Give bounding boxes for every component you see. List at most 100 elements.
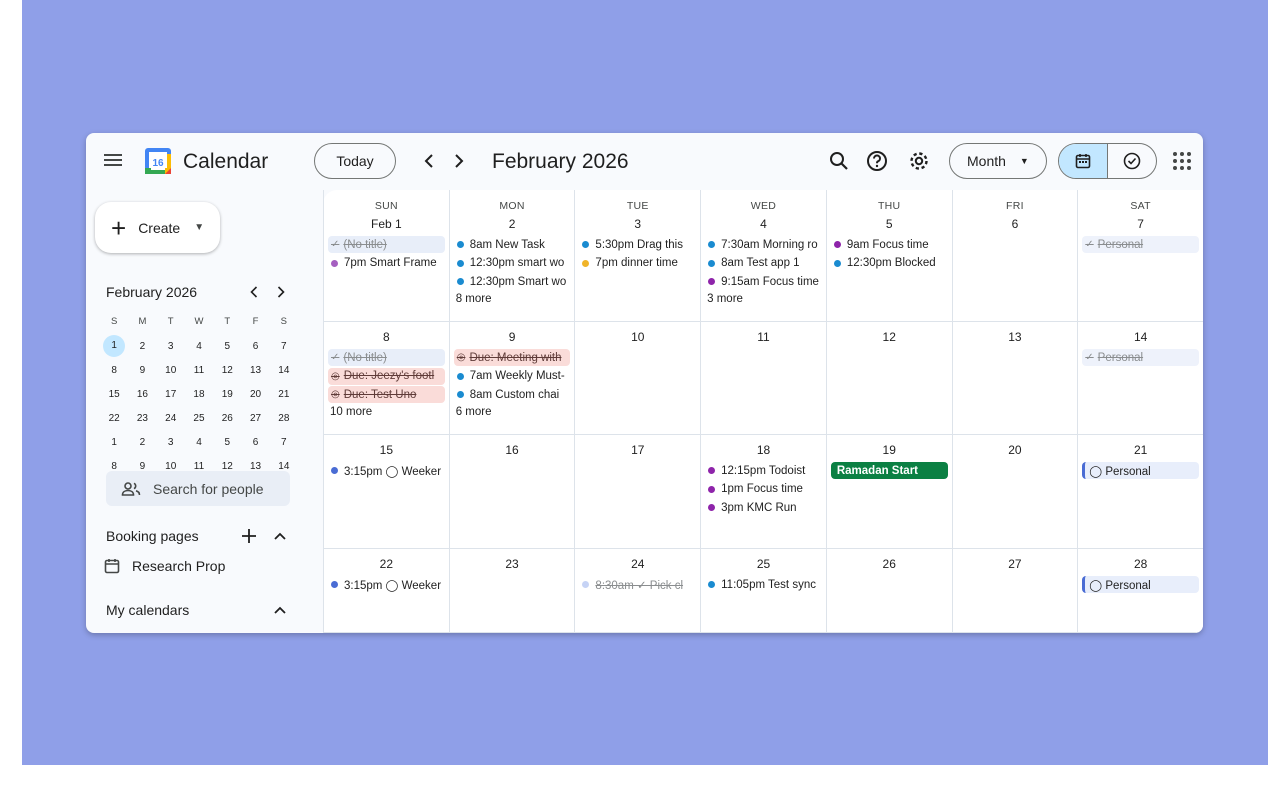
more-events-link[interactable]: 10 more <box>330 406 372 418</box>
prev-period-chevron-icon[interactable] <box>418 150 440 172</box>
mini-day[interactable]: 15 <box>100 389 128 400</box>
day-cell[interactable]: 27 <box>951 549 1078 633</box>
calendar-event[interactable]: ✓ Personal <box>1082 236 1199 253</box>
day-cell[interactable]: MON 2 8am New Task 12:30pm smart wo 12:30pm … <box>448 190 575 322</box>
day-number[interactable]: 11 <box>701 330 826 344</box>
day-number[interactable]: 20 <box>953 443 1078 457</box>
day-number[interactable]: 4 <box>701 217 826 231</box>
mini-day[interactable]: 2 <box>128 341 156 352</box>
day-number[interactable]: 9 <box>450 330 575 344</box>
mini-day[interactable]: 25 <box>185 413 213 424</box>
mini-day[interactable]: 24 <box>157 413 185 424</box>
calendar-event[interactable]: 8am Custom chai <box>454 386 571 403</box>
calendar-event[interactable]: 8am Test app 1 <box>705 255 822 272</box>
calendar-event[interactable]: 3:15pm ◯ Weeker <box>328 462 445 479</box>
mini-day[interactable]: 12 <box>213 461 241 472</box>
mini-day[interactable]: 5 <box>213 437 241 448</box>
day-cell[interactable]: 13 <box>951 322 1078 435</box>
day-number[interactable]: 10 <box>575 330 700 344</box>
calendar-event[interactable]: 12:15pm Todoist <box>705 462 822 479</box>
day-number[interactable]: 8 <box>324 330 449 344</box>
mini-day[interactable]: 11 <box>185 461 213 472</box>
help-icon[interactable] <box>865 149 889 173</box>
mini-day[interactable]: 18 <box>185 389 213 400</box>
day-cell[interactable]: 8 ✓ (No title) ◎ Due: Jeezy's footl ◎ Due: Tes… <box>323 322 449 435</box>
day-number[interactable]: 7 <box>1078 217 1203 231</box>
day-cell[interactable]: WED 4 7:30am Morning ro 8am Test app 1 9:15a… <box>700 190 826 322</box>
mini-day[interactable]: 4 <box>185 341 213 352</box>
day-number[interactable]: 21 <box>1078 443 1203 457</box>
calendar-event[interactable]: ◯ Personal <box>1082 462 1199 479</box>
tasks-view-button[interactable] <box>1108 144 1156 178</box>
calendar-event[interactable]: 9:15am Focus time <box>705 273 822 290</box>
search-people-field[interactable]: Search for people <box>106 471 290 506</box>
day-cell[interactable]: 28 ◯ Personal <box>1077 549 1203 633</box>
mini-day[interactable]: 16 <box>128 389 156 400</box>
day-cell[interactable]: 11 <box>700 322 826 435</box>
day-number[interactable]: 22 <box>324 557 449 571</box>
day-number[interactable]: 24 <box>575 557 700 571</box>
day-cell[interactable]: 21 ◯ Personal <box>1077 435 1203 549</box>
calendar-event[interactable]: 8:30am ✓ Pick cl <box>579 576 696 593</box>
mini-day[interactable]: 2 <box>128 437 156 448</box>
day-cell[interactable]: 18 12:15pm Todoist 1pm Focus time 3pm KMC R… <box>700 435 826 549</box>
mini-day[interactable]: 17 <box>157 389 185 400</box>
calendar-event[interactable]: 7:30am Morning ro <box>705 236 822 253</box>
mini-day[interactable]: 22 <box>100 413 128 424</box>
calendar-event[interactable]: 8am New Task <box>454 236 571 253</box>
mini-day[interactable]: 9 <box>128 365 156 376</box>
mini-day[interactable]: 28 <box>270 413 298 424</box>
day-cell[interactable]: THU 5 9am Focus time 12:30pm Blocked <box>825 190 952 322</box>
calendar-view-button[interactable] <box>1059 144 1108 178</box>
mini-day[interactable]: 7 <box>270 437 298 448</box>
mini-day[interactable]: 13 <box>241 365 269 376</box>
day-cell[interactable]: SUN Feb 1 ✓ (No title) 7pm Smart Frame <box>323 190 449 322</box>
calendar-event[interactable]: 7am Weekly Must- <box>454 368 571 385</box>
day-cell[interactable]: 20 <box>951 435 1078 549</box>
mini-day[interactable]: 6 <box>241 437 269 448</box>
mini-day[interactable]: 13 <box>241 461 269 472</box>
day-number[interactable]: 26 <box>827 557 952 571</box>
calendar-event[interactable]: 7pm dinner time <box>579 255 696 272</box>
mini-day[interactable]: 12 <box>213 365 241 376</box>
day-cell[interactable]: 26 <box>825 549 952 633</box>
day-cell[interactable]: 25 11:05pm Test sync <box>700 549 826 633</box>
day-number[interactable]: 18 <box>701 443 826 457</box>
collapse-booking-chevron-icon[interactable] <box>269 525 291 547</box>
mini-day[interactable]: 27 <box>241 413 269 424</box>
calendar-event[interactable]: Ramadan Start <box>830 462 948 479</box>
mini-day[interactable]: 9 <box>128 461 156 472</box>
day-number[interactable]: 16 <box>450 443 575 457</box>
mini-day[interactable]: 5 <box>213 341 241 352</box>
mini-day[interactable]: 6 <box>241 341 269 352</box>
calendar-event[interactable]: 3pm KMC Run <box>705 499 822 516</box>
apps-grid-icon[interactable] <box>1173 152 1191 170</box>
calendar-event[interactable]: 5:30pm Drag this <box>579 236 696 253</box>
mini-day[interactable]: 14 <box>270 461 298 472</box>
booking-page-item[interactable]: Research Prop <box>104 558 225 574</box>
day-cell[interactable]: 14 ✓ Personal <box>1077 322 1203 435</box>
mini-day[interactable]: 19 <box>213 389 241 400</box>
calendar-event[interactable]: 11:05pm Test sync <box>705 576 822 593</box>
day-number[interactable]: 5 <box>827 217 952 231</box>
search-icon[interactable] <box>827 149 851 173</box>
day-number[interactable]: 27 <box>953 557 1078 571</box>
day-number[interactable]: 19 <box>827 443 952 457</box>
calendar-event[interactable]: 3:15pm ◯ Weeker <box>328 576 445 593</box>
day-cell[interactable]: FRI 6 <box>951 190 1078 322</box>
more-events-link[interactable]: 8 more <box>456 293 492 305</box>
mini-day[interactable]: 20 <box>241 389 269 400</box>
day-number[interactable]: 3 <box>575 217 700 231</box>
day-cell[interactable]: 10 <box>574 322 701 435</box>
calendar-event[interactable]: ◯ Personal <box>1082 576 1199 593</box>
mini-day[interactable]: 10 <box>157 365 185 376</box>
mini-day[interactable]: 1 <box>100 437 128 448</box>
mini-day[interactable]: 21 <box>270 389 298 400</box>
day-cell[interactable]: 22 3:15pm ◯ Weeker <box>323 549 449 633</box>
day-cell[interactable]: 19 Ramadan Start <box>825 435 952 549</box>
more-events-link[interactable]: 3 more <box>707 293 743 305</box>
day-cell[interactable]: 24 8:30am ✓ Pick cl <box>574 549 701 633</box>
collapse-calendars-chevron-icon[interactable] <box>269 599 291 621</box>
calendar-event[interactable]: ◎ Due: Jeezy's footl <box>328 367 445 385</box>
mini-day[interactable]: 8 <box>100 461 128 472</box>
